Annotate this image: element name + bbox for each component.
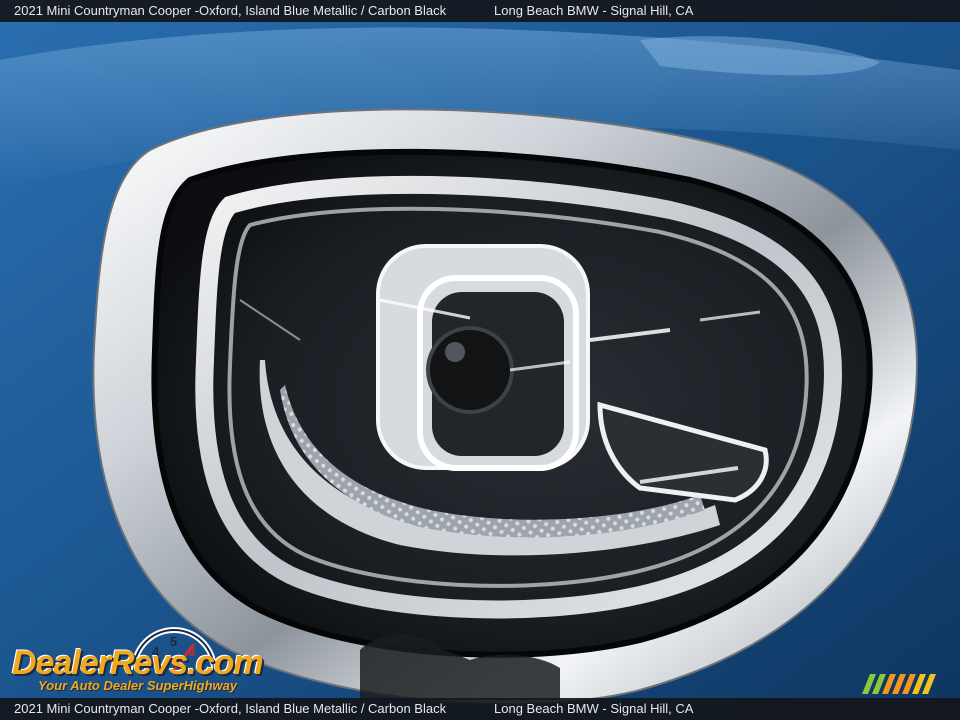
car-headlight-photo: [0, 0, 960, 720]
projector-lens-glint: [445, 342, 465, 362]
dealer-caption-bottom: Long Beach BMW - Signal Hill, CA: [494, 701, 694, 716]
dealerrevs-tagline: Your Auto Dealer SuperHighway: [38, 678, 238, 693]
speed-stripes-logo-icon: [862, 674, 936, 694]
vehicle-caption: 2021 Mini Countryman Cooper -Oxford, Isl…: [14, 3, 447, 18]
caption-bar-bottom: 2021 Mini Countryman Cooper -Oxford, Isl…: [0, 698, 960, 720]
vehicle-caption-bottom: 2021 Mini Countryman Cooper -Oxford, Isl…: [14, 701, 447, 716]
dealerrevs-watermark: 4 5 6 DealerRevs.com Your Auto Dealer Su…: [8, 626, 270, 698]
projector-lens: [426, 326, 514, 414]
caption-bar-top: 2021 Mini Countryman Cooper -Oxford, Isl…: [0, 0, 960, 22]
dealer-caption: Long Beach BMW - Signal Hill, CA: [494, 3, 694, 18]
